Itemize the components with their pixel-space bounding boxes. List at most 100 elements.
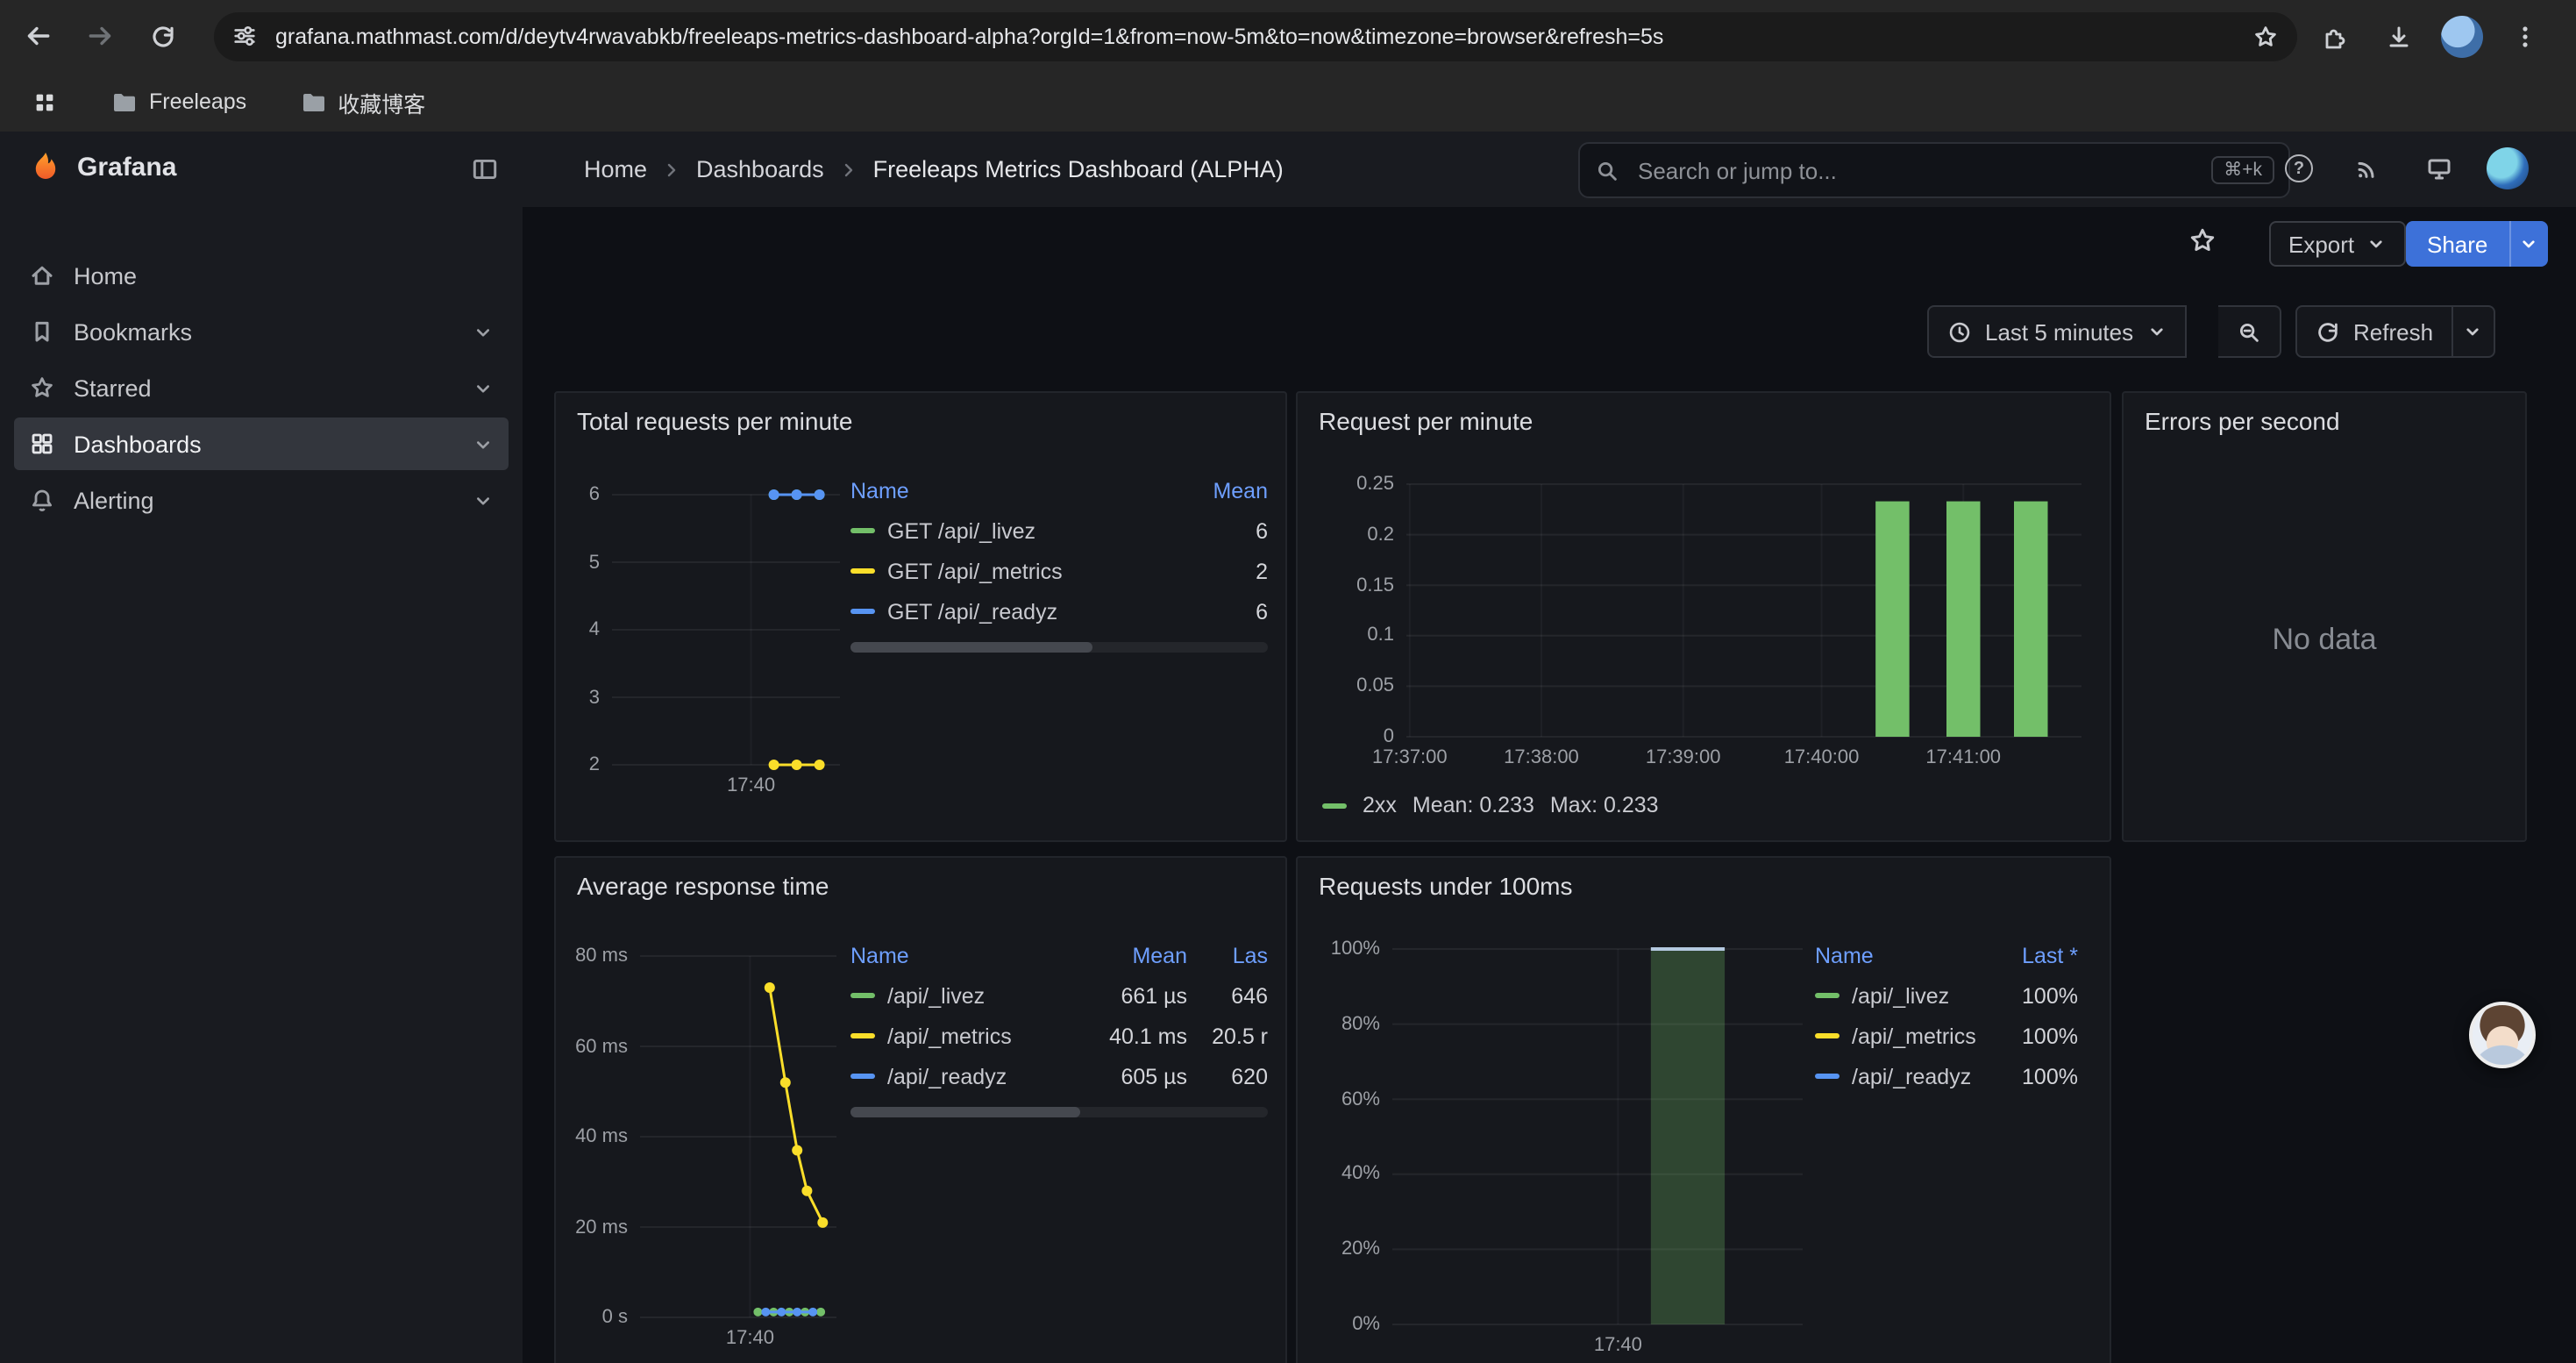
data-point[interactable] bbox=[793, 1308, 801, 1317]
sidebar-item-bookmarks[interactable]: Bookmarks bbox=[14, 305, 509, 358]
data-point[interactable] bbox=[761, 1308, 770, 1317]
data-point[interactable] bbox=[801, 1186, 812, 1196]
bookmark-freeleaps[interactable]: Freeleaps bbox=[100, 82, 257, 121]
bar[interactable] bbox=[2014, 502, 2048, 737]
user-avatar[interactable] bbox=[2487, 147, 2529, 189]
series-name[interactable]: GET /api/_livez bbox=[887, 518, 1035, 543]
downloads-button[interactable] bbox=[2378, 15, 2420, 57]
legend-scrollbar[interactable] bbox=[850, 1107, 1268, 1117]
forward-button[interactable] bbox=[74, 10, 126, 62]
legend-column-header[interactable]: Mean bbox=[1180, 478, 1268, 503]
kiosk-mode-button[interactable] bbox=[2425, 154, 2453, 182]
sidebar-toggle-button[interactable] bbox=[470, 154, 500, 184]
refresh-interval-dropdown[interactable] bbox=[2452, 305, 2494, 358]
menu-button[interactable] bbox=[2504, 15, 2546, 57]
share-dropdown-button[interactable] bbox=[2508, 221, 2547, 267]
scrollbar-thumb[interactable] bbox=[850, 1107, 1080, 1117]
scrollbar-thumb[interactable] bbox=[850, 642, 1092, 653]
zoom-out-button[interactable] bbox=[2218, 305, 2281, 358]
legend-column-header[interactable]: Name bbox=[850, 478, 1170, 503]
series-name[interactable]: 2xx bbox=[1363, 793, 1397, 817]
sidebar-item-home[interactable]: Home bbox=[14, 249, 509, 302]
bar[interactable] bbox=[1651, 949, 1725, 1324]
legend-scrollbar[interactable] bbox=[850, 642, 1268, 653]
data-point[interactable] bbox=[769, 489, 779, 500]
back-button[interactable] bbox=[11, 10, 63, 62]
data-point[interactable] bbox=[817, 1217, 828, 1228]
legend-column-header[interactable]: Last * bbox=[1997, 943, 2078, 967]
series-name[interactable]: /api/_metrics bbox=[1852, 1024, 1976, 1048]
grafana-logo[interactable] bbox=[28, 151, 63, 186]
panel-title[interactable]: Total requests per minute bbox=[577, 407, 852, 435]
data-point[interactable] bbox=[769, 760, 779, 770]
sidebar-item-alerting[interactable]: Alerting bbox=[14, 474, 509, 526]
series-name[interactable]: /api/_livez bbox=[887, 983, 985, 1008]
chevron-down-icon[interactable] bbox=[472, 320, 495, 343]
series-name[interactable]: GET /api/_metrics bbox=[887, 559, 1063, 583]
data-point[interactable] bbox=[780, 1077, 791, 1088]
bar[interactable] bbox=[1946, 502, 1981, 737]
export-button[interactable]: Export bbox=[2269, 221, 2405, 267]
grafana-brand: Grafana bbox=[77, 153, 176, 182]
search-box[interactable]: ⌘+k bbox=[1578, 142, 2290, 198]
series-name[interactable]: GET /api/_readyz bbox=[887, 599, 1057, 624]
news-button[interactable] bbox=[2353, 154, 2381, 182]
chevron-down-icon[interactable] bbox=[472, 376, 495, 399]
data-point[interactable] bbox=[816, 1308, 825, 1317]
address-bar[interactable] bbox=[214, 11, 2297, 61]
series-name[interactable]: /api/_metrics bbox=[887, 1024, 1012, 1048]
breadcrumb-home[interactable]: Home bbox=[584, 156, 647, 182]
time-range-picker[interactable]: Last 5 minutes bbox=[1927, 305, 2186, 358]
url-input[interactable] bbox=[272, 22, 2238, 50]
site-settings-icon[interactable] bbox=[231, 23, 258, 49]
profile-avatar[interactable] bbox=[2441, 15, 2483, 57]
legend-column-header[interactable]: Name bbox=[850, 943, 1068, 967]
reload-button[interactable] bbox=[137, 10, 189, 62]
bookmark-star-icon[interactable] bbox=[2252, 22, 2280, 50]
chevron-down-icon[interactable] bbox=[472, 489, 495, 511]
sidebar-item-starred[interactable]: Starred bbox=[14, 361, 509, 414]
request-per-minute-chart[interactable]: 0.250.20.150.10.05017:37:0017:38:0017:39… bbox=[1312, 456, 2096, 782]
panel-title[interactable]: Average response time bbox=[577, 872, 829, 900]
legend-column-header[interactable]: Las bbox=[1198, 943, 1268, 967]
data-point[interactable] bbox=[792, 489, 802, 500]
grafana-header: Grafana Home Dashboards Freeleaps Metric… bbox=[0, 132, 2576, 209]
share-button[interactable]: Share bbox=[2406, 221, 2508, 267]
legend-column-header[interactable]: Name bbox=[1815, 943, 1987, 967]
panel-title[interactable]: Request per minute bbox=[1319, 407, 1533, 435]
data-point[interactable] bbox=[777, 1308, 786, 1317]
help-button[interactable]: ? bbox=[2285, 154, 2313, 182]
favorite-dashboard-button[interactable] bbox=[2187, 225, 2218, 256]
legend-header-row: Name Mean Las bbox=[850, 935, 1268, 975]
data-point[interactable] bbox=[792, 760, 802, 770]
y-axis-label: 40% bbox=[1341, 1164, 1380, 1185]
data-point[interactable] bbox=[792, 1145, 802, 1155]
chevron-right-icon bbox=[661, 159, 682, 180]
series-name[interactable]: /api/_readyz bbox=[1852, 1064, 1971, 1088]
apps-grid-icon bbox=[32, 89, 58, 115]
search-input[interactable] bbox=[1634, 155, 2211, 185]
legend-column-header[interactable]: Mean bbox=[1078, 943, 1187, 967]
series-name[interactable]: /api/_readyz bbox=[887, 1064, 1007, 1088]
total-requests-chart[interactable]: 6543217:40 bbox=[570, 477, 843, 810]
bookmark-blog-favorites[interactable]: 收藏博客 bbox=[288, 80, 436, 124]
panel-title[interactable]: Errors per second bbox=[2145, 407, 2340, 435]
assistant-avatar-button[interactable] bbox=[2469, 1002, 2536, 1068]
data-point[interactable] bbox=[808, 1308, 817, 1317]
data-point[interactable] bbox=[765, 982, 775, 993]
average-response-chart[interactable]: 80 ms60 ms40 ms20 ms0 s17:40 bbox=[570, 942, 843, 1363]
chevron-down-icon[interactable] bbox=[472, 432, 495, 455]
refresh-button[interactable]: Refresh bbox=[2295, 305, 2452, 358]
data-point[interactable] bbox=[815, 489, 825, 500]
breadcrumb-dashboards[interactable]: Dashboards bbox=[696, 156, 824, 182]
series-name[interactable]: /api/_livez bbox=[1852, 983, 1949, 1008]
bar[interactable] bbox=[1875, 502, 1910, 737]
apps-grid-button[interactable] bbox=[21, 83, 68, 120]
sidebar-item-dashboards[interactable]: Dashboards bbox=[14, 417, 509, 470]
data-point[interactable] bbox=[815, 760, 825, 770]
series-value: 2 bbox=[1180, 559, 1268, 583]
panel-title[interactable]: Requests under 100ms bbox=[1319, 872, 1573, 900]
data-point[interactable] bbox=[753, 1308, 762, 1317]
extensions-button[interactable] bbox=[2315, 15, 2357, 57]
under-100ms-chart[interactable]: 100%80%60%40%20%0%17:40 bbox=[1312, 938, 1820, 1363]
